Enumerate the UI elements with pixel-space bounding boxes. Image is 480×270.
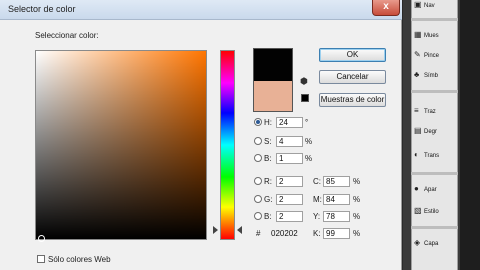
green-field[interactable]: 2 [276, 194, 303, 205]
hue-radio[interactable] [254, 118, 262, 126]
black-unit: % [353, 229, 361, 238]
magenta-label: M: [313, 195, 322, 204]
panel-item-brushes[interactable]: ✎ Pince [414, 50, 456, 64]
hue-slider[interactable] [220, 50, 235, 240]
panel-item-stroke[interactable]: ≡ Traz [414, 106, 456, 120]
web-safe-color-chip[interactable] [301, 94, 309, 102]
swatches-icon: ▦ [414, 30, 422, 39]
stroke-icon: ≡ [414, 106, 419, 115]
blue-radio[interactable] [254, 212, 262, 220]
yellow-field[interactable]: 78 [323, 211, 350, 222]
color-picker-dialog: Selector de color x Seleccionar color: ⬢… [0, 0, 402, 270]
layers-icon: ◈ [414, 238, 421, 247]
panel-item-symbols[interactable]: ♣ Símb [414, 70, 456, 84]
saturation-radio[interactable] [254, 137, 262, 145]
panel-separator [411, 226, 458, 229]
magenta-field[interactable]: 84 [323, 194, 350, 205]
gradient-icon: ▤ [414, 126, 422, 135]
new-color-swatch [253, 48, 293, 81]
yellow-label: Y: [313, 212, 321, 221]
ok-button[interactable]: OK [319, 48, 386, 62]
green-label: G: [264, 195, 273, 204]
symbol-icon: ♣ [414, 70, 420, 79]
color-swatches-button[interactable]: Muestras de color [319, 93, 386, 107]
panel-separator [411, 172, 458, 175]
transparency-icon: ◐ [414, 150, 419, 159]
navigator-icon: ▣ [414, 0, 422, 9]
yellow-unit: % [353, 212, 361, 221]
hue-label: H: [264, 118, 272, 127]
saturation-unit: % [305, 137, 313, 146]
red-label: R: [264, 177, 272, 186]
close-icon: x [383, 1, 389, 12]
hex-field[interactable]: 020202 [268, 228, 303, 239]
black-field[interactable]: 99 [323, 228, 350, 239]
panel-item-swatches[interactable]: ▦ Mues [414, 30, 456, 44]
side-panel-scrollbar[interactable] [460, 0, 480, 270]
saturation-field[interactable]: 4 [276, 136, 303, 147]
brightness-radio[interactable] [254, 154, 262, 162]
blue-label: B: [264, 212, 272, 221]
current-color-swatch[interactable] [253, 81, 293, 112]
red-field[interactable]: 2 [276, 176, 303, 187]
brush-icon: ✎ [414, 50, 421, 59]
panel-item-gradient[interactable]: ▤ Degr [414, 126, 456, 140]
web-colors-only-label: Sólo colores Web [48, 255, 111, 264]
black-label: K: [313, 229, 321, 238]
dialog-titlebar[interactable]: Selector de color x [0, 0, 402, 20]
panel-item-layers[interactable]: ◈ Capa [414, 238, 456, 252]
brightness-unit: % [305, 154, 313, 163]
red-radio[interactable] [254, 177, 262, 185]
out-of-gamut-cube-icon[interactable]: ⬢ [300, 76, 310, 86]
dialog-title: Selector de color [8, 4, 76, 14]
styles-icon: ▧ [414, 206, 422, 215]
panel-item-transparency[interactable]: ◐ Trans [414, 150, 456, 164]
brightness-field[interactable]: 1 [276, 153, 303, 164]
panel-item-nav[interactable]: ▣ Nav [414, 0, 456, 14]
cyan-unit: % [353, 177, 361, 186]
magenta-unit: % [353, 195, 361, 204]
panel-separator [411, 90, 458, 93]
panel-separator [411, 18, 458, 21]
cancel-button[interactable]: Cancelar [319, 70, 386, 84]
hue-field[interactable]: 24 [276, 117, 303, 128]
hex-label: # [256, 229, 261, 238]
color-field-marker[interactable] [38, 235, 45, 242]
saturation-label: S: [264, 137, 272, 146]
appearance-icon: ● [414, 184, 419, 193]
blue-field[interactable]: 2 [276, 211, 303, 222]
color-field[interactable] [35, 50, 207, 240]
green-radio[interactable] [254, 195, 262, 203]
hue-slider-right-arrow-icon[interactable] [237, 226, 242, 234]
cyan-label: C: [313, 177, 321, 186]
web-colors-only-checkbox[interactable] [37, 255, 45, 263]
hue-slider-left-arrow-icon[interactable] [213, 226, 218, 234]
brightness-label: B: [264, 154, 272, 163]
hue-unit: ° [305, 118, 309, 127]
select-color-label: Seleccionar color: [35, 31, 99, 40]
close-button[interactable]: x [372, 0, 400, 16]
cyan-field[interactable]: 85 [323, 176, 350, 187]
panel-item-styles[interactable]: ▧ Estilo [414, 206, 456, 220]
panel-item-appearance[interactable]: ● Apar [414, 184, 456, 198]
